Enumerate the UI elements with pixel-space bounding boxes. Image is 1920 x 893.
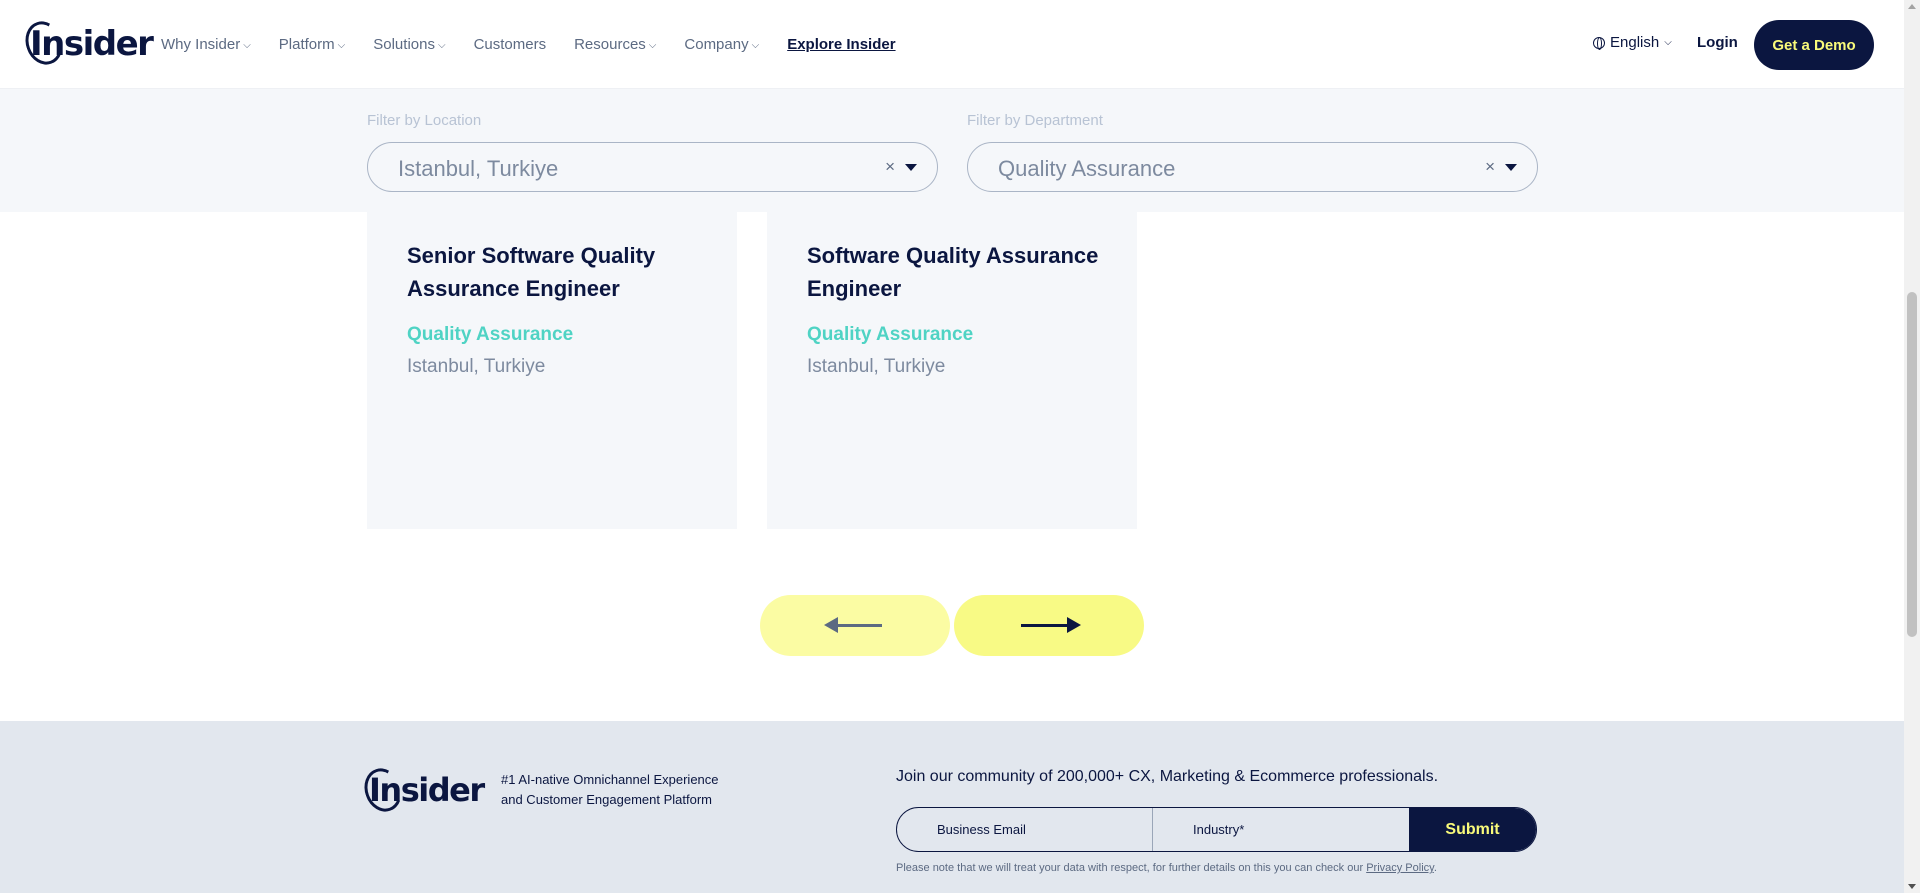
submit-button[interactable]: Submit (1409, 808, 1536, 851)
business-email-field[interactable]: Business Email (897, 808, 1153, 851)
department-filter-value: Quality Assurance (998, 156, 1176, 181)
site-header: Insider Why Insider ⌵ Platform ⌵ Solutions… (0, 0, 1904, 89)
location-filter-select[interactable]: Istanbul, Turkiye × (367, 142, 938, 192)
page-scrollbar[interactable] (1904, 0, 1920, 893)
chevron-down-icon: ⌵ (337, 40, 346, 51)
chevron-down-icon: ⌵ (751, 40, 760, 51)
caret-down-icon[interactable] (1505, 164, 1517, 171)
chevron-down-icon: ⌵ (243, 40, 251, 51)
site-footer: Insider #1 AI-native Omnichannel Experie… (0, 721, 1904, 893)
job-card[interactable]: Software Quality Assurance Engineer Qual… (767, 212, 1137, 529)
scroll-up-arrow-icon[interactable] (1908, 4, 1916, 9)
insider-logo[interactable]: Insider (19, 16, 154, 70)
location-filter-label: Filter by Location (367, 112, 482, 129)
careers-page: Insider Why Insider ⌵ Platform ⌵ Solutions… (0, 0, 1920, 893)
chevron-down-icon: ⌵ (1664, 37, 1672, 48)
location-filter-value: Istanbul, Turkiye (398, 156, 559, 181)
nav-resources[interactable]: Resources ⌵ (574, 36, 656, 53)
clear-department-icon[interactable]: × (1485, 157, 1495, 177)
privacy-note: Please note that we will treat your data… (896, 862, 1437, 874)
job-location: Istanbul, Turkiye (807, 356, 946, 377)
nav-why-insider[interactable]: Why Insider ⌵ (161, 36, 251, 53)
nav-platform[interactable]: Platform ⌵ (279, 36, 345, 53)
newsletter-heading: Join our community of 200,000+ CX, Marke… (896, 768, 1439, 785)
main-nav: Why Insider ⌵ Platform ⌵ Solutions ⌵ Custom… (161, 0, 924, 89)
scroll-down-arrow-icon[interactable] (1908, 884, 1916, 889)
globe-icon (1593, 36, 1605, 50)
caret-down-icon[interactable] (905, 164, 917, 171)
logo-wordmark: Insider (358, 763, 485, 817)
nav-company[interactable]: Company ⌵ (684, 36, 759, 53)
job-card[interactable]: Senior Software Quality Assurance Engine… (367, 212, 737, 529)
newsletter-form: Business Email Industry* Submit (896, 807, 1537, 852)
logo-wordmark: Insider (19, 16, 154, 70)
scrollbar-thumb[interactable] (1907, 292, 1917, 637)
footer-tagline: #1 AI-native Omnichannel Experience and … (501, 772, 719, 807)
job-title: Software Quality Assurance Engineer (807, 243, 1099, 301)
job-filter-bar: Filter by Location Istanbul, Turkiye × F… (0, 89, 1904, 212)
login-link[interactable]: Login (1697, 34, 1738, 51)
nav-solutions[interactable]: Solutions ⌵ (373, 36, 445, 53)
nav-customers[interactable]: Customers (474, 36, 547, 53)
nav-explore-insider[interactable]: Explore Insider (787, 36, 895, 53)
job-department: Quality Assurance (807, 324, 974, 345)
get-a-demo-button[interactable]: Get a Demo (1754, 20, 1874, 70)
language-selector[interactable]: English ⌵ (1593, 34, 1672, 51)
previous-button[interactable] (760, 595, 950, 656)
department-filter-label: Filter by Department (967, 112, 1103, 129)
chevron-down-icon: ⌵ (437, 40, 446, 51)
arrow-left-icon (824, 617, 882, 633)
footer-insider-logo[interactable]: Insider (358, 763, 485, 817)
department-filter-select[interactable]: Quality Assurance × (967, 142, 1538, 192)
next-button[interactable] (954, 595, 1144, 656)
privacy-policy-link[interactable]: Privacy Policy (1366, 862, 1434, 874)
chevron-down-icon: ⌵ (648, 40, 657, 51)
job-department: Quality Assurance (407, 324, 574, 345)
job-title: Senior Software Quality Assurance Engine… (407, 243, 656, 301)
clear-location-icon[interactable]: × (885, 157, 895, 177)
arrow-right-icon (1021, 617, 1081, 633)
job-location: Istanbul, Turkiye (407, 356, 546, 377)
industry-select[interactable]: Industry* (1153, 808, 1409, 851)
